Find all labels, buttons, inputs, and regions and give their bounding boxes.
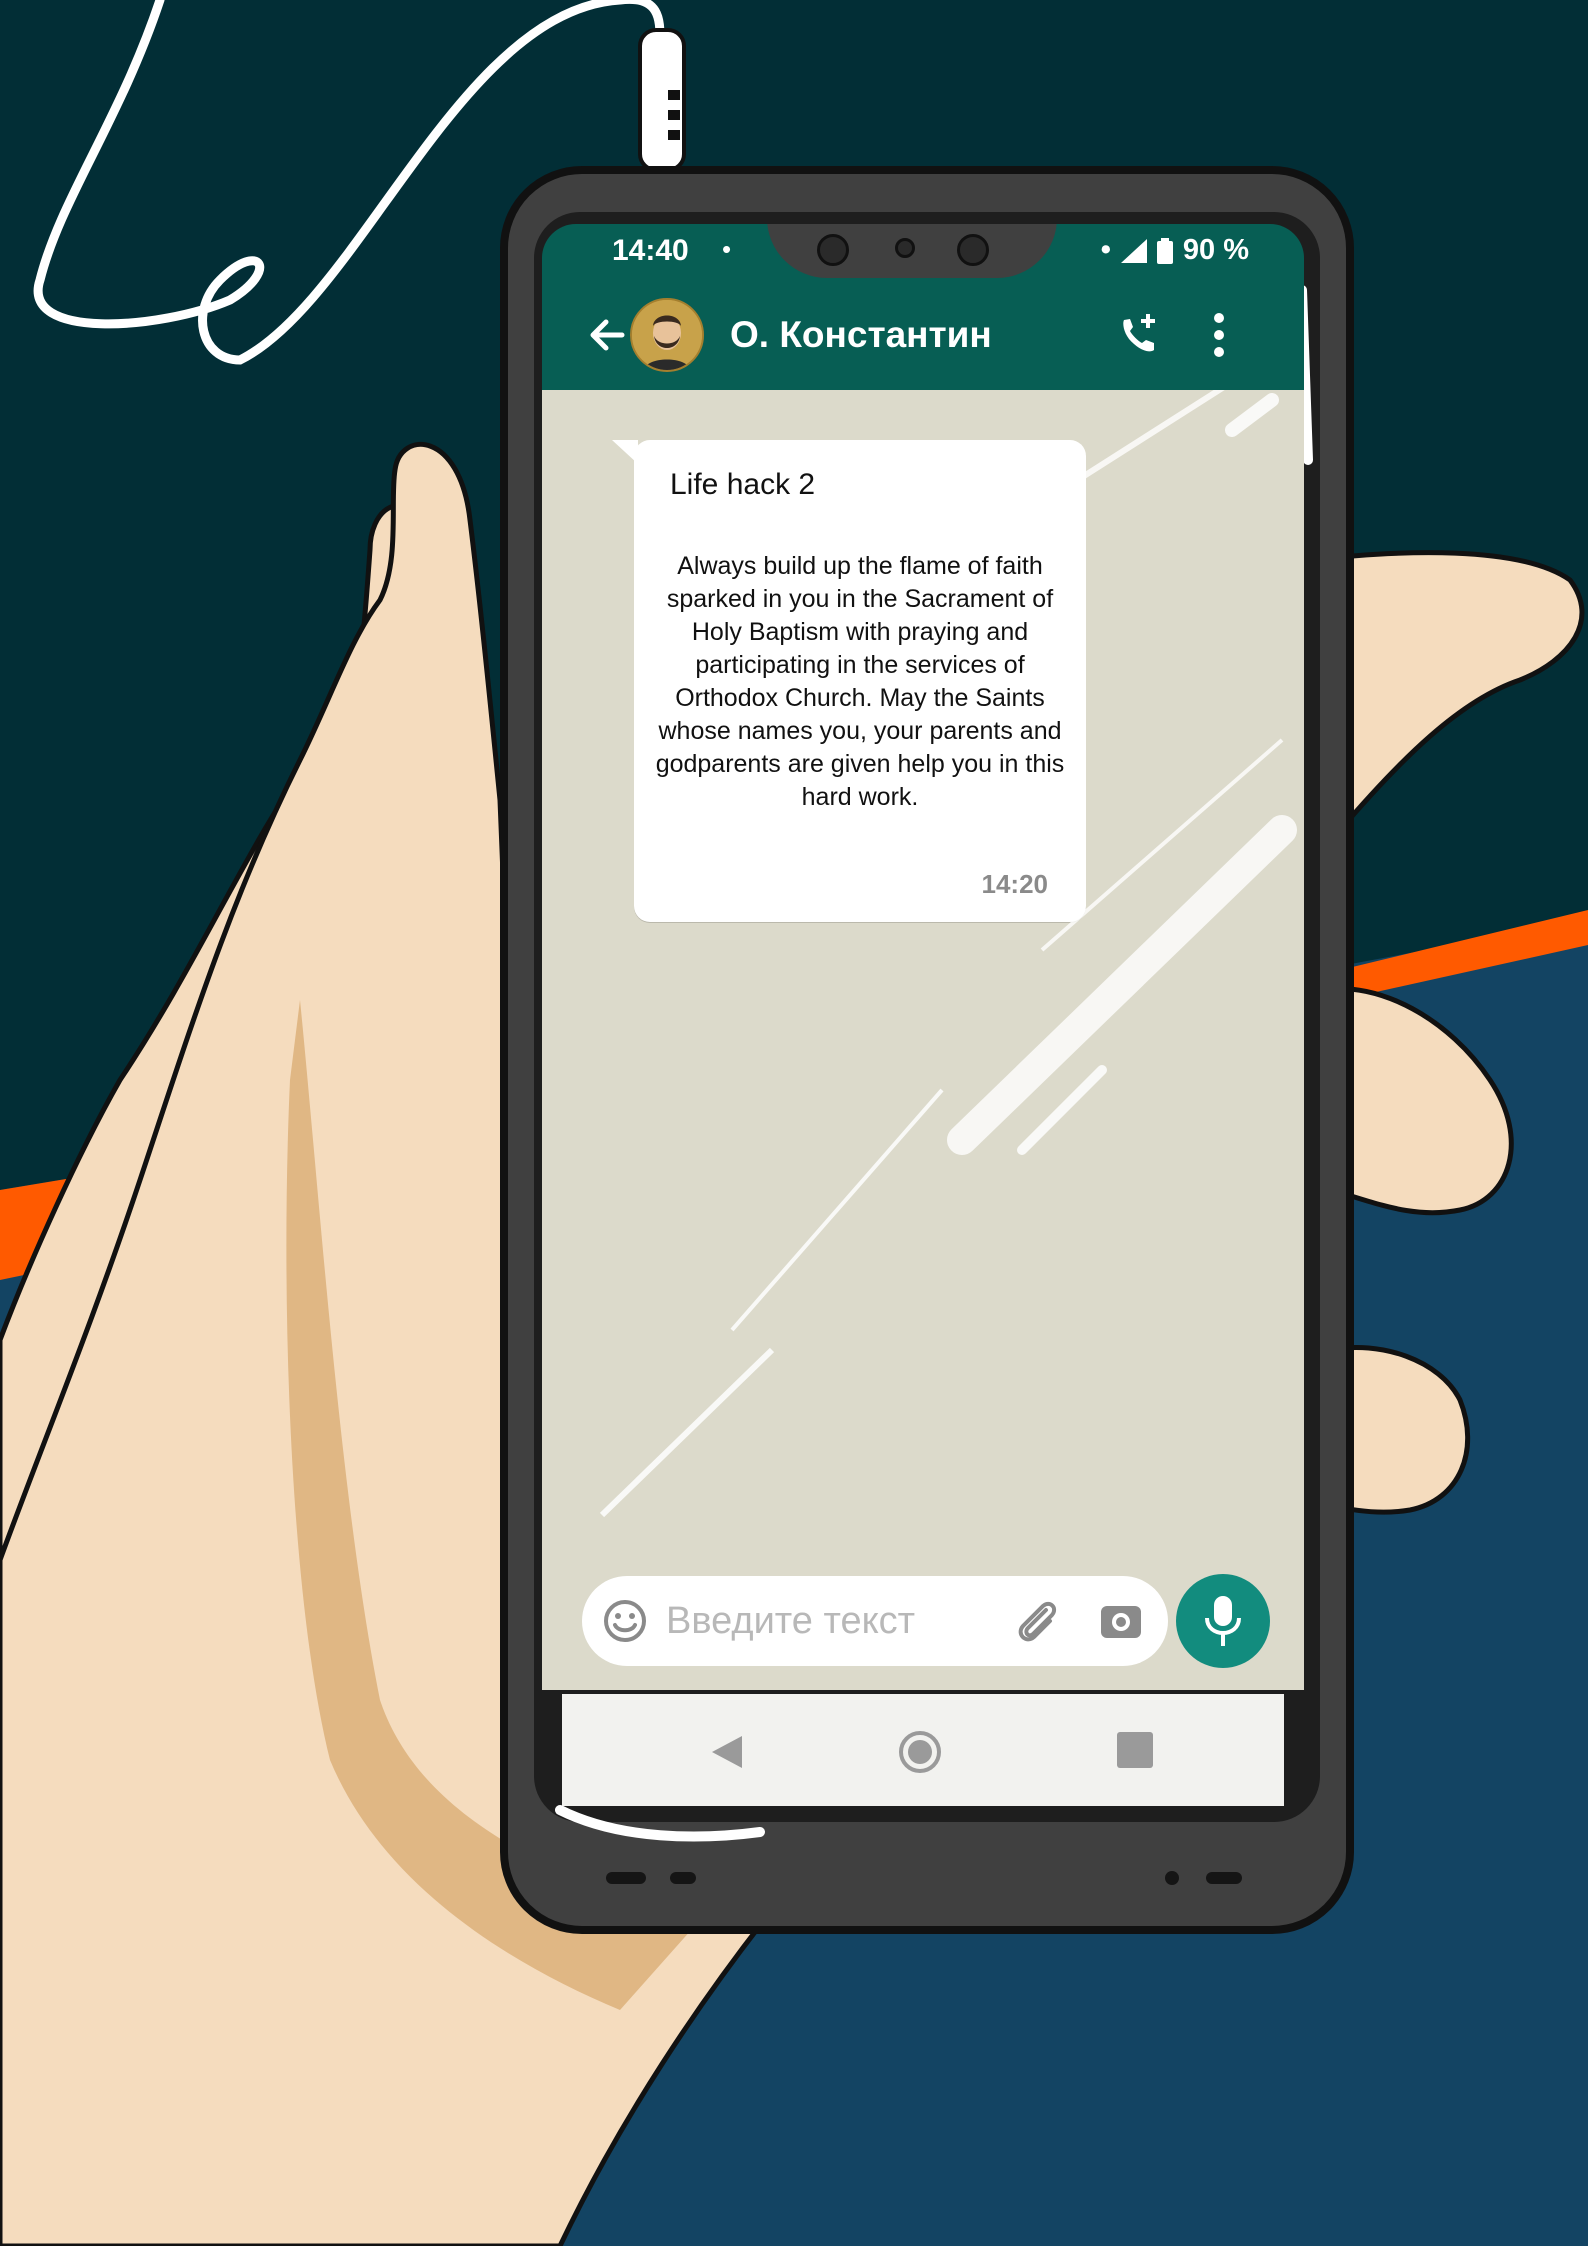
chat-header: О. Константин	[542, 282, 1304, 390]
battery-percent: 90 %	[1182, 234, 1249, 266]
message-bubble[interactable]: Life hack 2 Always build up the flame of…	[612, 440, 1086, 922]
contact-avatar[interactable]	[630, 298, 704, 372]
arrow-left-icon[interactable]	[582, 310, 632, 360]
status-dot-right: •	[1100, 234, 1111, 266]
chat-area: Life hack 2 Always build up the flame of…	[542, 390, 1304, 1690]
status-right-group: • 90 %	[1101, 234, 1249, 267]
add-call-icon[interactable]	[1114, 310, 1164, 360]
status-notification-dot: •	[722, 234, 732, 264]
front-camera-sensor	[895, 238, 915, 258]
paperclip-icon[interactable]	[1012, 1596, 1062, 1646]
message-composer[interactable]: Введите текст	[582, 1576, 1168, 1666]
phone-screen: 14:40 • • 90 % О. Константин Life hack 2…	[542, 224, 1304, 1810]
message-time: 14:20	[981, 869, 1049, 899]
triangle-back-icon[interactable]	[710, 1734, 744, 1770]
speaker-slot-3	[1206, 1872, 1242, 1884]
square-recents-icon[interactable]	[1117, 1732, 1153, 1768]
front-camera-1	[817, 234, 849, 266]
avatar-portrait-icon	[632, 300, 702, 370]
camera-icon[interactable]	[1098, 1598, 1144, 1644]
message-body: Always build up the flame of faith spark…	[655, 552, 1065, 811]
contact-name[interactable]: О. Константин	[730, 314, 992, 356]
battery-icon	[1156, 237, 1173, 264]
speaker-slot-2	[670, 1872, 696, 1884]
bubble-tail	[612, 440, 638, 464]
microphone-icon	[1205, 1596, 1241, 1646]
status-time: 14:40	[612, 234, 689, 267]
smiley-icon[interactable]	[602, 1598, 648, 1644]
message-title: Life hack 2	[670, 468, 816, 501]
speaker-slot-1	[606, 1872, 646, 1884]
message-input[interactable]: Введите текст	[666, 1600, 915, 1643]
sensor-dot	[1165, 1871, 1179, 1885]
voice-record-button[interactable]	[1176, 1574, 1270, 1668]
camera-notch	[767, 224, 1057, 278]
circle-home-icon[interactable]	[898, 1730, 942, 1774]
front-camera-2	[957, 234, 989, 266]
more-vertical-icon[interactable]	[1204, 308, 1234, 362]
android-nav-bar	[562, 1694, 1284, 1806]
signal-icon	[1120, 238, 1147, 263]
